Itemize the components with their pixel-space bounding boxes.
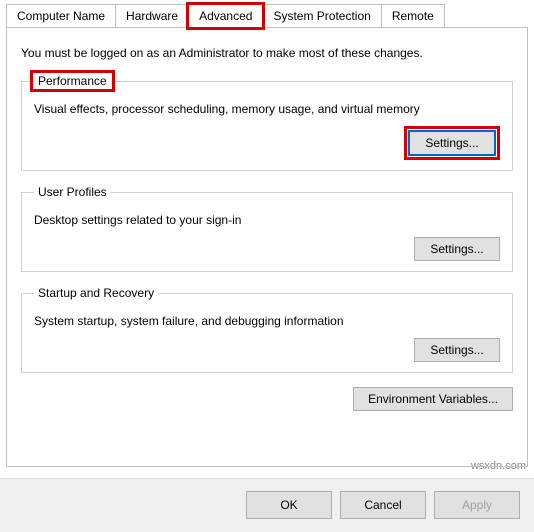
group-startup-recovery: Startup and Recovery System startup, sys… (21, 286, 513, 373)
group-startup-recovery-legend: Startup and Recovery (34, 286, 158, 300)
tab-strip: Computer Name Hardware Advanced System P… (0, 0, 534, 27)
performance-settings-button[interactable]: Settings... (409, 131, 495, 155)
group-user-profiles-legend: User Profiles (34, 185, 111, 199)
user-profiles-desc: Desktop settings related to your sign-in (34, 213, 500, 227)
apply-button[interactable]: Apply (434, 491, 520, 519)
group-performance: Performance Visual effects, processor sc… (21, 74, 513, 171)
admin-notice: You must be logged on as an Administrato… (21, 46, 513, 60)
performance-settings-highlight: Settings... (404, 126, 500, 160)
performance-desc: Visual effects, processor scheduling, me… (34, 102, 500, 116)
group-user-profiles: User Profiles Desktop settings related t… (21, 185, 513, 272)
user-profiles-settings-button[interactable]: Settings... (414, 237, 500, 261)
tab-advanced[interactable]: Advanced (188, 4, 263, 28)
tab-hardware[interactable]: Hardware (115, 4, 189, 27)
ok-button[interactable]: OK (246, 491, 332, 519)
startup-recovery-desc: System startup, system failure, and debu… (34, 314, 500, 328)
tab-computer-name[interactable]: Computer Name (6, 4, 116, 27)
tab-remote[interactable]: Remote (381, 4, 445, 27)
tab-panel-advanced: You must be logged on as an Administrato… (6, 27, 528, 467)
cancel-button[interactable]: Cancel (340, 491, 426, 519)
startup-recovery-settings-button[interactable]: Settings... (414, 338, 500, 362)
tab-system-protection[interactable]: System Protection (262, 4, 381, 27)
environment-variables-button[interactable]: Environment Variables... (353, 387, 513, 411)
dialog-button-row: OK Cancel Apply (0, 478, 534, 532)
group-performance-legend: Performance (34, 74, 111, 88)
